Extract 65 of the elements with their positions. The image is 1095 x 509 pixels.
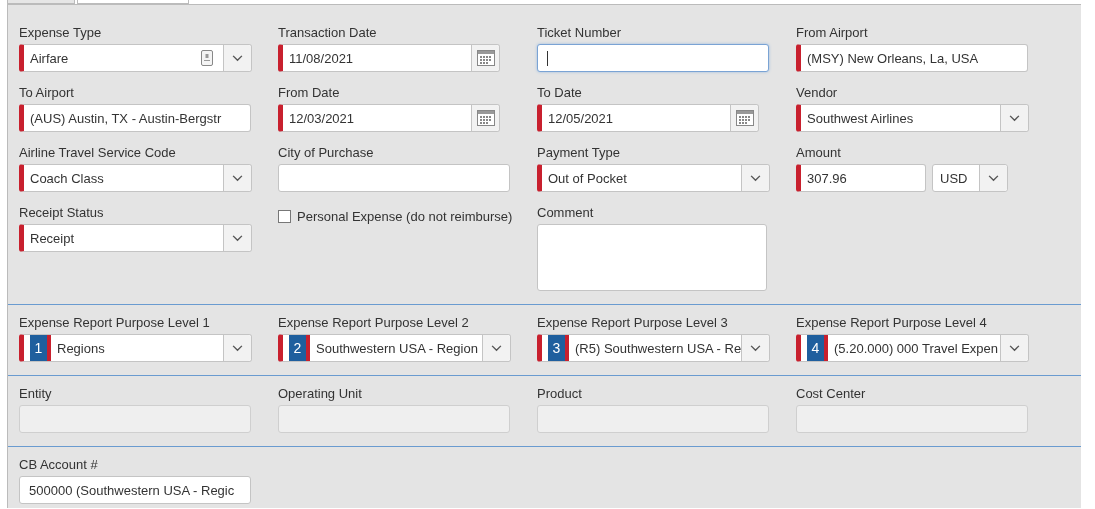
dropdown[interactable]: 3 (R5) Southwestern USA - Re <box>537 334 770 362</box>
dropdown[interactable]: Out of Pocket <box>537 164 770 192</box>
field-label: CB Account # <box>19 457 99 473</box>
field-label: Comment <box>537 205 595 221</box>
field-label: Expense Report Purpose Level 1 <box>19 315 211 331</box>
receipt-icon <box>201 50 213 66</box>
field-label: Expense Report Purpose Level 4 <box>796 315 988 331</box>
field-label: From Date <box>278 85 341 101</box>
calendar-icon[interactable] <box>471 45 499 71</box>
caret-icon <box>1000 335 1028 361</box>
level-number: 2 <box>289 335 310 361</box>
caret-icon <box>482 335 510 361</box>
dropdown[interactable]: Receipt <box>19 224 252 252</box>
field-label: From Airport <box>796 25 869 41</box>
field-label: Expense Report Purpose Level 3 <box>537 315 729 331</box>
checkbox-label: Personal Expense (do not reimburse) <box>297 209 513 224</box>
input-field[interactable] <box>278 164 510 192</box>
level-number: 4 <box>807 335 828 361</box>
field-label: Airline Travel Service Code <box>19 145 177 161</box>
tab[interactable] <box>77 0 189 4</box>
caret-icon <box>741 165 769 191</box>
comment-field[interactable] <box>537 224 767 291</box>
tab[interactable] <box>7 0 75 4</box>
field-label: City of Purchase <box>278 145 375 161</box>
dropdown[interactable]: Airfare <box>19 44 252 72</box>
input-field[interactable]: 500000 (Southwestern USA - Regic <box>19 476 251 504</box>
field-label: Cost Center <box>796 386 867 402</box>
caret-icon <box>223 335 251 361</box>
input-field[interactable] <box>537 44 769 72</box>
field-label: Transaction Date <box>278 25 378 41</box>
field-label: Product <box>537 386 583 402</box>
level-number: 1 <box>30 335 51 361</box>
field-label: To Airport <box>19 85 75 101</box>
field-label: Entity <box>19 386 53 402</box>
field-label: Expense Type <box>19 25 103 41</box>
field-label: Amount <box>796 145 842 161</box>
currency-dropdown[interactable]: USD <box>932 164 1008 192</box>
amount-field[interactable]: 307.96 <box>796 164 926 192</box>
caret-icon <box>741 335 769 361</box>
date-field[interactable]: 12/05/2021 <box>537 104 759 132</box>
field-label: Vendor <box>796 85 839 101</box>
date-field[interactable]: 12/03/2021 <box>278 104 500 132</box>
dropdown[interactable]: Southwest Airlines <box>796 104 1029 132</box>
date-field[interactable]: 11/08/2021 <box>278 44 500 72</box>
caret-icon <box>223 225 251 251</box>
field-label: To Date <box>537 85 583 101</box>
calendar-icon[interactable] <box>730 105 758 131</box>
caret-icon <box>223 165 251 191</box>
checkbox[interactable] <box>278 210 291 223</box>
dropdown[interactable]: 4 (5.20.000) 000 Travel Expen <box>796 334 1029 362</box>
caret-icon <box>979 165 1007 191</box>
field-label: Ticket Number <box>537 25 623 41</box>
field-label: Expense Report Purpose Level 2 <box>278 315 470 331</box>
field-label: Receipt Status <box>19 205 105 221</box>
field-label: Payment Type <box>537 145 621 161</box>
caret-icon <box>223 45 251 71</box>
calendar-icon[interactable] <box>471 105 499 131</box>
level-number: 3 <box>548 335 569 361</box>
caret-icon <box>1000 105 1028 131</box>
input-field[interactable]: (MSY) New Orleans, La, USA <box>796 44 1028 72</box>
input-field[interactable]: (AUS) Austin, TX - Austin-Bergstr <box>19 104 251 132</box>
dropdown[interactable]: Coach Class <box>19 164 252 192</box>
field-label: Operating Unit <box>278 386 363 402</box>
dropdown[interactable]: 1 Regions <box>19 334 252 362</box>
dropdown[interactable]: 2 Southwestern USA - Region <box>278 334 511 362</box>
